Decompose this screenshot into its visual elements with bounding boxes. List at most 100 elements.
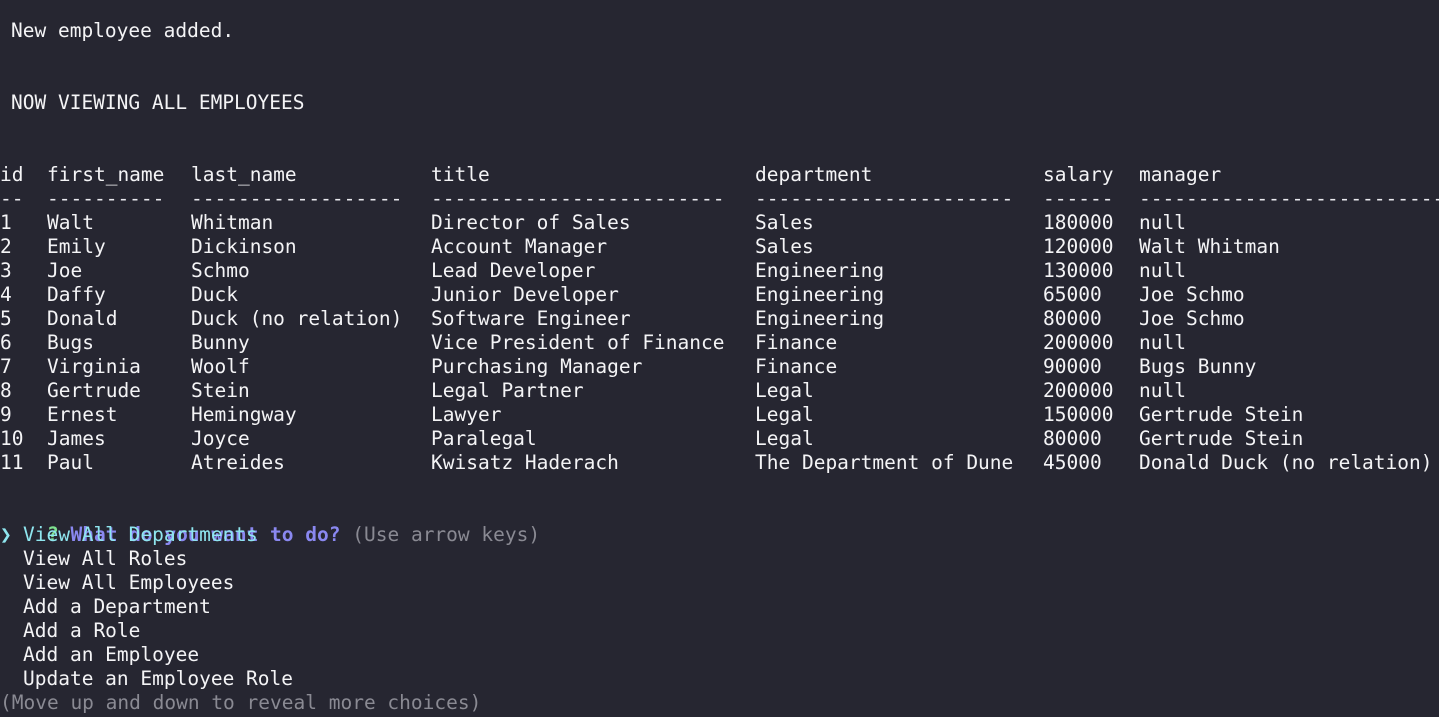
menu-choice[interactable]: Add an Employee [23,643,199,667]
table-row: 7 Virginia Woolf Purchasing Manager Finance 9… [0,355,1439,379]
table-row: 5 Donald Duck (no relation) Software Engine… [0,307,1439,331]
table-row-title: Account Manager [431,235,608,258]
table-row-last-name: Schmo [191,259,250,282]
table-row-id: 2 [0,235,12,258]
table-separator-manager: --------------------------- [1139,187,1439,210]
menu-choice[interactable]: View All Departments [23,523,258,547]
table-row-salary: 80000 [1043,307,1102,330]
table-row-manager: null [1139,211,1186,234]
table-row-first-name: Donald [47,307,118,330]
table-row-department: Engineering [755,283,885,306]
table-row: 1 Walt Whitman Director of Sales Sales 180000… [0,211,1439,235]
table-row-department: Legal [755,403,814,426]
table-row: 4 Daffy Duck Junior Developer Engineering 650… [0,283,1439,307]
menu-choice[interactable]: Add a Role [23,619,140,643]
table-row-first-name: Paul [47,451,94,474]
table-row-id: 3 [0,259,12,282]
table-row-last-name: Joyce [191,427,250,450]
table-header: id first_name last_name title department sala… [0,163,1439,187]
table-row: 8 Gertrude Stein Legal Partner Legal 200000 nu… [0,379,1439,403]
menu-choice[interactable]: View All Roles [23,547,187,571]
table-row-salary: 65000 [1043,283,1102,306]
menu-choice[interactable]: Update an Employee Role [23,667,293,691]
table-row: 10 James Joyce Paralegal Legal 80000 Gertrude … [0,427,1439,451]
table-row-title: Lawyer [431,403,502,426]
table-row-title: Lead Developer [431,259,596,282]
table-row-last-name: Hemingway [191,403,297,426]
table-row-manager: Walt Whitman [1139,235,1280,258]
table-row-first-name: Daffy [47,283,106,306]
table-header-last-name: last_name [191,163,297,186]
table-row-manager: null [1139,259,1186,282]
table-row-first-name: Bugs [47,331,94,354]
table-separator-salary: ------ [1043,187,1114,210]
table-row-department: The Department of Dune [755,451,1014,474]
table-row-last-name: Duck [191,283,238,306]
table-row-id: 9 [0,403,12,426]
table-row-salary: 180000 [1043,211,1114,234]
table-row-department: Sales [755,211,814,234]
table-row-id: 11 [0,451,24,474]
table-row-id: 7 [0,355,12,378]
table-header-id: id [0,163,24,186]
table-row-id: 4 [0,283,12,306]
table-separator: -- ---------- ------------------ ----------… [0,187,1439,211]
table-row-title: Purchasing Manager [431,355,643,378]
table-row-salary: 120000 [1043,235,1114,258]
table-row-salary: 80000 [1043,427,1102,450]
table-row-manager: Bugs Bunny [1139,355,1257,378]
table-row-title: Director of Sales [431,211,631,234]
table-row-last-name: Woolf [191,355,250,378]
table-row-manager: Joe Schmo [1139,283,1245,306]
table-row-salary: 90000 [1043,355,1102,378]
table-separator-last-name: ------------------ [191,187,403,210]
table-row-last-name: Whitman [191,211,274,234]
table-row-salary: 45000 [1043,451,1102,474]
table-row-last-name: Atreides [191,451,285,474]
more-choices-hint: (Move up and down to reveal more choices… [0,691,482,714]
menu-choice[interactable]: Add a Department [23,595,211,619]
table-row-first-name: Gertrude [47,379,141,402]
table-header-salary: salary [1043,163,1114,186]
table-row-id: 5 [0,307,12,330]
table-row-manager: Joe Schmo [1139,307,1245,330]
table-row-salary: 200000 [1043,331,1114,354]
table-row-manager: Donald Duck (no relation) [1139,451,1433,474]
table-row-first-name: Ernest [47,403,118,426]
table-separator-id: -- [0,187,24,210]
table-header-title: title [431,163,490,186]
status-message: New employee added. [11,19,235,42]
table-row-department: Engineering [755,259,885,282]
table-row-id: 8 [0,379,12,402]
table-row-manager: Gertrude Stein [1139,427,1304,450]
table-separator-title: ------------------------- [431,187,725,210]
table-row-salary: 150000 [1043,403,1114,426]
table-row-first-name: James [47,427,106,450]
table-separator-first-name: ---------- [47,187,165,210]
table-row-id: 6 [0,331,12,354]
table-row-title: Software Engineer [431,307,631,330]
table-row-department: Sales [755,235,814,258]
table-row: 3 Joe Schmo Lead Developer Engineering 130000… [0,259,1439,283]
menu-choice[interactable]: View All Employees [23,571,234,595]
table-row-title: Vice President of Finance [431,331,725,354]
table-row-department: Legal [755,379,814,402]
table-row-first-name: Joe [47,259,83,282]
table-header-manager: manager [1139,163,1222,186]
table-row-last-name: Dickinson [191,235,297,258]
table-row-last-name: Stein [191,379,250,402]
table-row-last-name: Duck (no relation) [191,307,403,330]
table-row-title: Kwisatz Haderach [431,451,619,474]
table-header-department: department [755,163,873,186]
table-row-department: Finance [755,331,838,354]
table-row-title: Paralegal [431,427,537,450]
table-row-salary: 130000 [1043,259,1114,282]
table-row-id: 10 [0,427,24,450]
table-row: 9 Ernest Hemingway Lawyer Legal 150000 Gertrud… [0,403,1439,427]
prompt-hint: (Use arrow keys) [352,523,541,546]
table-row: 6 Bugs Bunny Vice President of Finance Finan… [0,331,1439,355]
table-row-department: Finance [755,355,838,378]
section-heading: NOW VIEWING ALL EMPLOYEES [11,91,305,114]
table-row-title: Legal Partner [431,379,584,402]
table-row: 11 Paul Atreides Kwisatz Haderach The Depart… [0,451,1439,475]
